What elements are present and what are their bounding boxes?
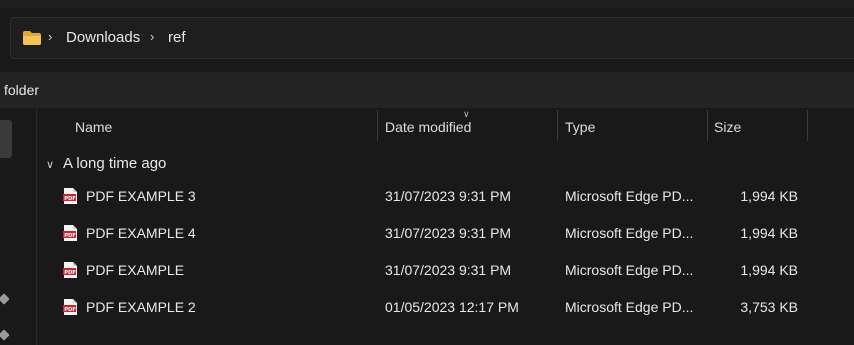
table-row[interactable]: PDF PDF EXAMPLE 4 31/07/2023 9:31 PM Mic… <box>37 218 854 248</box>
file-date: 01/05/2023 12:17 PM <box>385 299 519 315</box>
title-strip <box>0 0 854 8</box>
pdf-file-icon: PDF <box>63 225 77 241</box>
folder-icon <box>23 31 41 45</box>
file-type: Microsoft Edge PD... <box>565 299 694 315</box>
group-header[interactable]: ∨ A long time ago <box>46 155 166 172</box>
column-divider[interactable] <box>557 110 558 141</box>
search-results-bar[interactable]: folder <box>0 72 854 108</box>
file-name: PDF EXAMPLE <box>86 262 185 278</box>
svg-text:PDF: PDF <box>64 270 76 276</box>
file-size: 1,994 KB <box>740 188 798 204</box>
pdf-file-icon: PDF <box>63 188 77 204</box>
pin-icon <box>0 329 10 341</box>
pdf-file-icon: PDF <box>63 299 77 315</box>
nav-selected-item[interactable] <box>0 120 12 158</box>
column-divider[interactable] <box>377 110 378 141</box>
column-divider[interactable] <box>707 110 708 141</box>
file-size: 3,753 KB <box>740 299 798 315</box>
column-header-type[interactable]: Type <box>565 119 595 135</box>
table-row[interactable]: PDF PDF EXAMPLE 31/07/2023 9:31 PM Micro… <box>37 255 854 285</box>
svg-text:PDF: PDF <box>64 196 76 202</box>
file-size: 1,994 KB <box>740 262 798 278</box>
file-list: ∨ Name Date modified Type Size ∨ A long t… <box>37 108 854 345</box>
file-name: PDF EXAMPLE 2 <box>86 299 196 315</box>
breadcrumb-ref[interactable]: ref <box>168 29 186 46</box>
svg-text:PDF: PDF <box>64 307 76 313</box>
column-header-size[interactable]: Size <box>714 119 741 135</box>
breadcrumb-downloads[interactable]: Downloads <box>66 29 140 46</box>
table-row[interactable]: PDF PDF EXAMPLE 3 31/07/2023 9:31 PM Mic… <box>37 181 854 211</box>
search-text: folder <box>4 82 40 98</box>
file-date: 31/07/2023 9:31 PM <box>385 262 512 278</box>
column-divider[interactable] <box>807 110 808 141</box>
file-date: 31/07/2023 9:31 PM <box>385 225 512 241</box>
pin-icon <box>0 293 10 305</box>
chevron-down-icon: ∨ <box>46 159 55 171</box>
file-name: PDF EXAMPLE 4 <box>86 225 196 241</box>
file-type: Microsoft Edge PD... <box>565 188 694 204</box>
address-bar[interactable]: › Downloads › ref <box>10 17 854 59</box>
file-type: Microsoft Edge PD... <box>565 262 694 278</box>
navigation-pane[interactable] <box>0 108 37 345</box>
svg-text:PDF: PDF <box>64 233 76 239</box>
file-name: PDF EXAMPLE 3 <box>86 188 196 204</box>
table-row[interactable]: PDF PDF EXAMPLE 2 01/05/2023 12:17 PM Mi… <box>37 292 854 322</box>
column-header-name[interactable]: Name <box>75 119 112 135</box>
file-size: 1,994 KB <box>740 225 798 241</box>
chevron-right-icon: › <box>48 29 53 44</box>
group-label: A long time ago <box>63 155 167 172</box>
column-header-date[interactable]: Date modified <box>385 119 471 135</box>
file-date: 31/07/2023 9:31 PM <box>385 188 512 204</box>
file-type: Microsoft Edge PD... <box>565 225 694 241</box>
pdf-file-icon: PDF <box>63 262 77 278</box>
chevron-right-icon: › <box>150 29 155 44</box>
